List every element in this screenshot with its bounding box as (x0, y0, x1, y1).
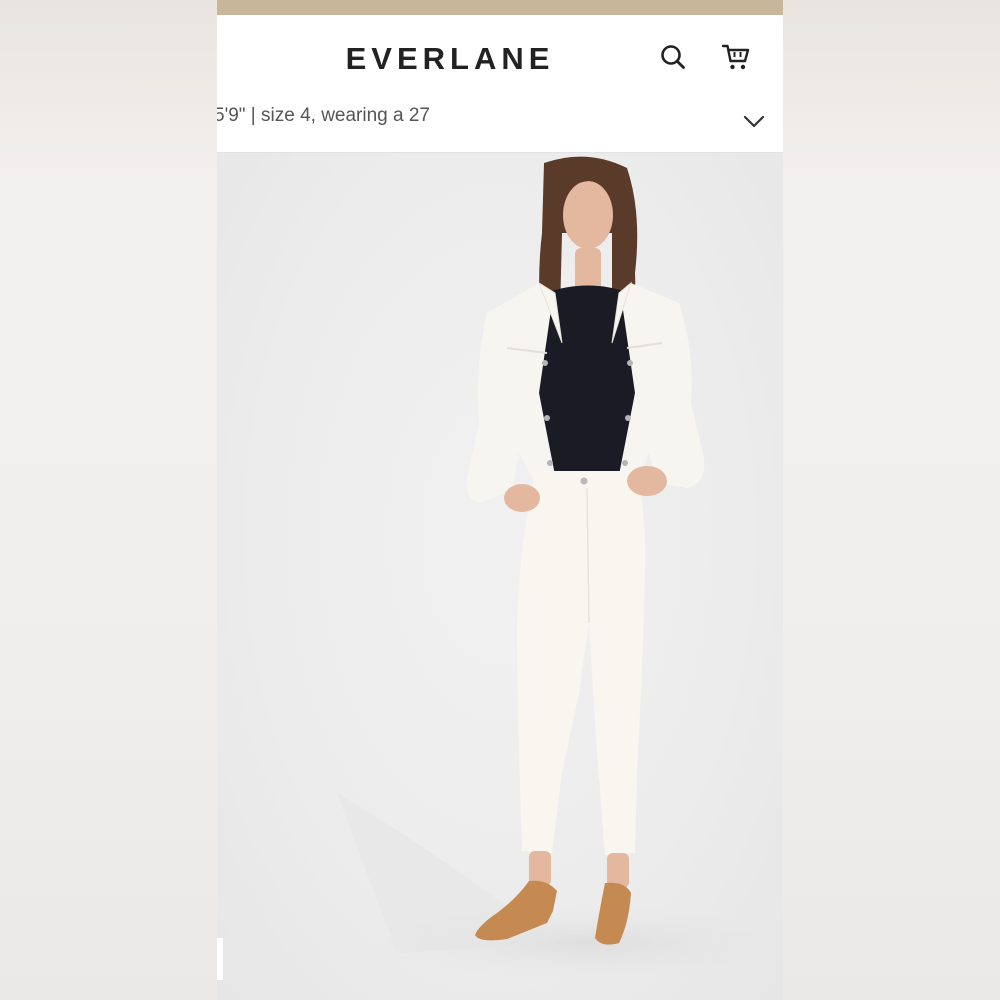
model-figure (337, 156, 783, 983)
site-header: EVERLANE (217, 15, 783, 100)
cart-button[interactable] (719, 40, 753, 74)
phone-screen: EVERLANE 5'9" | size 4, wearing a 27 (217, 0, 783, 1000)
scroll-indicator (217, 938, 223, 980)
background-blur-left (0, 0, 217, 1000)
brand-logo[interactable]: EVERLANE (217, 41, 683, 77)
model-details-bar[interactable]: 5'9" | size 4, wearing a 27 (217, 100, 783, 153)
search-button[interactable] (656, 40, 690, 74)
details-toggle-button[interactable] (739, 108, 769, 134)
background-blur-right (783, 0, 1000, 1000)
chevron-down-icon (743, 115, 765, 128)
model-details-text: 5'9" | size 4, wearing a 27 (217, 105, 430, 126)
product-photo[interactable] (217, 153, 783, 1000)
cart-icon (721, 44, 750, 70)
search-icon (661, 45, 685, 69)
top-image-strip (217, 0, 783, 15)
